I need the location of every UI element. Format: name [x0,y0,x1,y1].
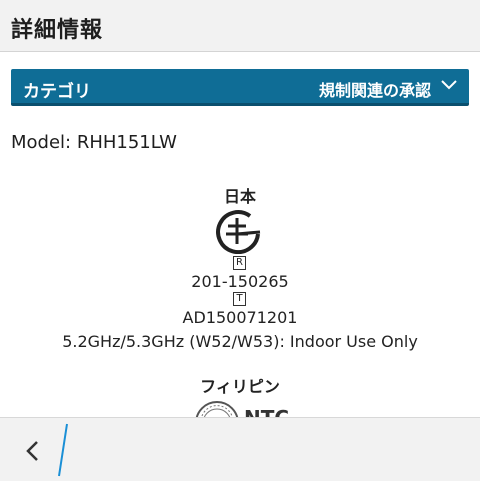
chevron-down-icon [441,80,457,90]
category-dropdown[interactable]: カテゴリ 規制関連の承認 [11,69,469,106]
r-mark-icon: R [233,256,246,270]
action-bar-divider [58,423,68,477]
regulatory-content: Model: RHH151LW 日本 R 201-150265 T AD1500… [0,118,480,418]
model-number: Model: RHH151LW [11,132,177,153]
action-bar [0,417,480,481]
country-heading-japan: 日本 [223,187,256,206]
country-heading-philippines: フィリピン [200,377,280,396]
telecom-cert-number: AD150071201 [182,308,298,327]
giteki-mark-icon [216,210,261,254]
page-title: 詳細情報 [11,18,104,43]
radio-cert-number: 201-150265 [191,272,289,291]
t-mark-icon: T [233,292,246,306]
category-label: カテゴリ [23,82,91,102]
ntc-seal-icon [195,401,239,418]
back-arrow-icon[interactable] [18,438,48,464]
title-bar: 詳細情報 [0,0,480,52]
category-selected-value: 規制関連の承認 [318,81,431,100]
frequency-note: 5.2GHz/5.3GHz (W52/W53): Indoor Use Only [62,332,418,351]
